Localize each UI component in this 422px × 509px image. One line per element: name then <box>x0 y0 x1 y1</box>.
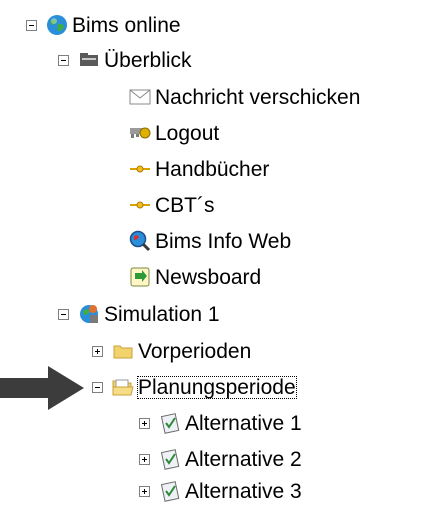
globe-icon <box>46 14 68 36</box>
collapse-toggle[interactable] <box>58 54 69 66</box>
tree-node-label: Bims online <box>72 13 181 37</box>
tree-node-bims-info-web[interactable]: Bims Info Web <box>129 224 291 258</box>
tree-node-label: Alternative 1 <box>185 411 302 435</box>
folder-dark-icon <box>78 49 100 71</box>
tree-node-logout[interactable]: Logout <box>129 116 219 150</box>
tree-node-label: Alternative 2 <box>185 447 302 471</box>
simulation-globe-icon <box>78 303 100 325</box>
tree-node-label: Handbücher <box>155 157 270 181</box>
tree-node-nachricht-verschicken[interactable]: Nachricht verschicken <box>129 80 360 114</box>
collapse-toggle[interactable] <box>26 19 37 31</box>
open-folder-icon <box>112 376 134 398</box>
tree-node-label: Newsboard <box>155 265 262 289</box>
expand-toggle[interactable] <box>92 345 103 357</box>
magnifier-globe-icon <box>129 230 151 252</box>
tree-node-planungsperiode[interactable]: Planungsperiode <box>92 370 297 404</box>
tree-node-alternative-2[interactable]: Alternative 2 <box>139 442 302 476</box>
tree-node-bims-online[interactable]: Bims online <box>26 8 181 42</box>
tree-node-label: Überblick <box>104 48 192 72</box>
tree-node-label: Vorperioden <box>138 339 252 363</box>
expand-toggle[interactable] <box>139 417 150 429</box>
tree-node-label: Simulation 1 <box>104 302 220 326</box>
tree-node-vorperioden[interactable]: Vorperioden <box>92 334 251 368</box>
tree-node-label: Alternative 3 <box>185 479 302 503</box>
tree-node-ueberblick[interactable]: Überblick <box>58 43 192 77</box>
tree-node-newsboard[interactable]: Newsboard <box>129 260 261 294</box>
right-arrow-icon <box>0 366 84 416</box>
tree-node-handbuecher[interactable]: Handbücher <box>129 152 269 186</box>
checklist-icon <box>159 480 181 502</box>
tree-node-simulation-1[interactable]: Simulation 1 <box>58 297 220 331</box>
checklist-icon <box>159 448 181 470</box>
expand-toggle[interactable] <box>139 485 150 497</box>
tree-node-label: Logout <box>155 121 220 145</box>
tree-node-label: Planungsperiode <box>137 375 297 399</box>
envelope-icon <box>129 86 151 108</box>
newsboard-icon <box>129 266 151 288</box>
tree-node-alternative-3[interactable]: Alternative 3 <box>139 474 302 508</box>
link-dot-icon <box>129 158 151 180</box>
folder-icon <box>112 340 134 362</box>
tree-node-label: Nachricht verschicken <box>155 85 361 109</box>
collapse-toggle[interactable] <box>92 381 103 393</box>
checklist-icon <box>159 412 181 434</box>
tree-node-label: Bims Info Web <box>155 229 292 253</box>
expand-toggle[interactable] <box>139 453 150 465</box>
tree-node-label: CBT´s <box>155 193 215 217</box>
tree-node-cbts[interactable]: CBT´s <box>129 188 215 222</box>
tree-node-alternative-1[interactable]: Alternative 1 <box>139 406 302 440</box>
key-icon <box>129 122 151 144</box>
link-dot-icon <box>129 194 151 216</box>
collapse-toggle[interactable] <box>58 308 69 320</box>
